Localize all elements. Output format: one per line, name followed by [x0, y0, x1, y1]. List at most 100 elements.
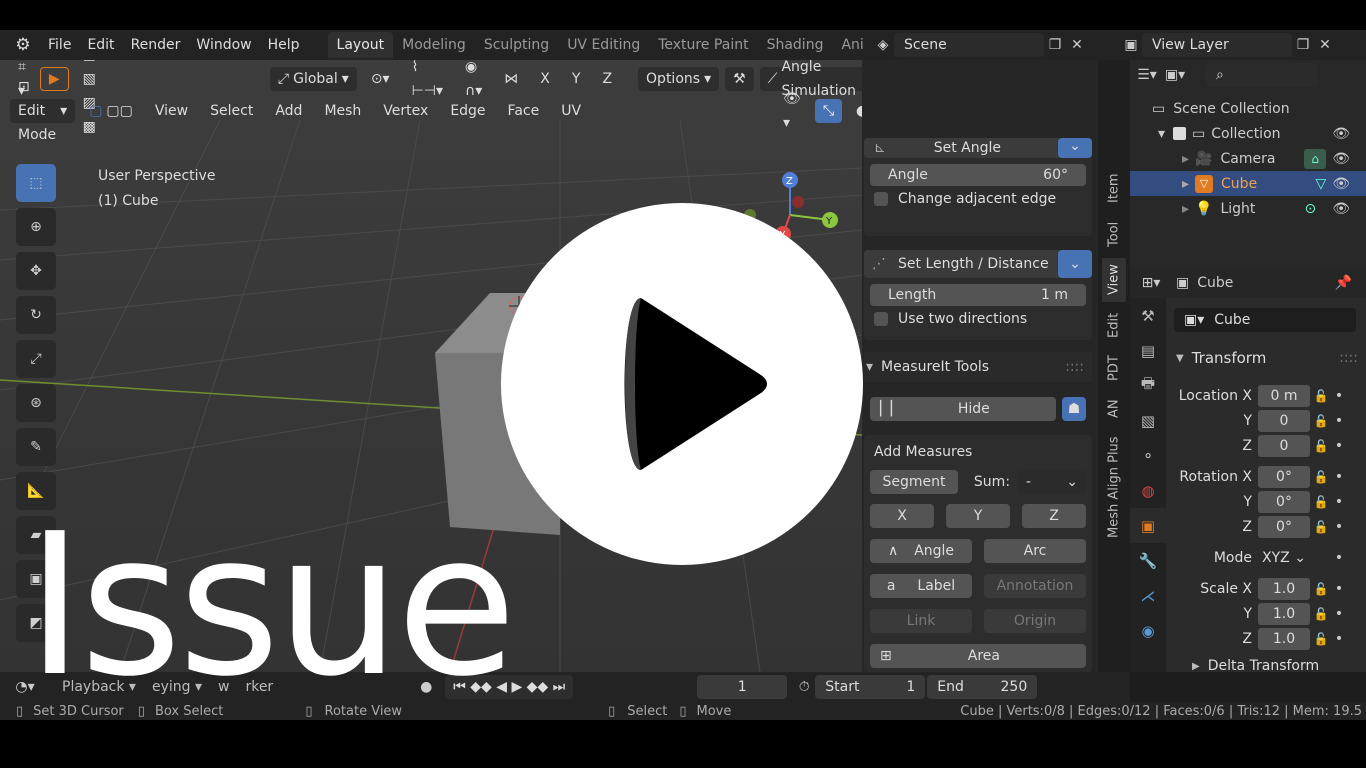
keyframe-dot[interactable]: • — [1332, 438, 1346, 454]
set-length-header[interactable]: ⋰ Set Length / Distance ⌄ — [864, 250, 1092, 278]
ghost-icon[interactable]: ☗ — [1062, 397, 1086, 421]
world-props-icon[interactable]: ◍ — [1130, 473, 1166, 508]
transform-tool[interactable]: ⊛ — [16, 384, 56, 422]
keyframe-dot[interactable]: • — [1332, 494, 1346, 510]
outliner-item-camera[interactable]: ▸ 🎥 Camera ⌂ 👁 — [1130, 146, 1366, 171]
object-name-field[interactable]: ▣▾ Cube — [1174, 308, 1356, 332]
copy-view-layer-icon[interactable]: ❐ — [1292, 34, 1314, 56]
tab-animation[interactable]: Ani — [832, 32, 872, 58]
menu-window[interactable]: Window — [188, 30, 259, 60]
tool-props-icon[interactable]: ⚒ — [1130, 298, 1166, 333]
expand-arrow-icon[interactable]: ▸ — [1182, 151, 1189, 167]
x-button[interactable]: X — [870, 504, 934, 528]
link-button[interactable]: Link — [870, 609, 972, 633]
delta-transform-header[interactable]: ▶ Delta Transform — [1166, 654, 1366, 678]
visibility-icon[interactable]: 👁▾ — [775, 91, 809, 131]
eye-icon[interactable]: 👁 — [1332, 201, 1350, 217]
tab-item[interactable]: Item — [1102, 166, 1126, 210]
tab-tool[interactable]: Tool — [1102, 214, 1126, 254]
scene-props-icon[interactable]: ⚬ — [1130, 438, 1166, 473]
tab-shading[interactable]: Shading — [758, 32, 833, 58]
angle-button[interactable]: ∧ Angle — [870, 539, 972, 563]
rotate-tool[interactable]: ↻ — [16, 296, 56, 334]
hide-button[interactable]: ▏▏ Hide — [870, 397, 1056, 421]
scene-collection-row[interactable]: ▭ Scene Collection — [1130, 96, 1366, 121]
lock-icon[interactable]: 🔓 — [1310, 582, 1332, 596]
select-mode-icons[interactable]: ⬚ ▦ ▧ ▨ ▩ — [75, 60, 104, 135]
end-frame-field[interactable]: End 250 — [927, 675, 1038, 699]
area-button[interactable]: ⊞ Area — [870, 644, 1086, 668]
measureit-header[interactable]: ▾ MeasureIt Tools :::: — [864, 352, 1092, 382]
view-layer-field[interactable]: View Layer — [1142, 33, 1292, 57]
transform-header[interactable]: ▼ Transform :::: — [1166, 346, 1366, 370]
lock-icon[interactable]: 🔓 — [1310, 439, 1332, 453]
lock-icon[interactable]: 🔓 — [1310, 414, 1332, 428]
origin-button[interactable]: Origin — [984, 609, 1086, 633]
rotation-z-field[interactable]: 0° — [1258, 516, 1310, 538]
keyframe-dot[interactable]: • — [1332, 550, 1346, 566]
expand-arrow-icon[interactable]: ▾ — [1158, 126, 1165, 142]
menu-mesh[interactable]: Mesh — [316, 99, 369, 123]
physics-props-icon[interactable]: ◉ — [1130, 613, 1166, 648]
axis-x[interactable]: X — [532, 67, 558, 91]
stopwatch-icon[interactable]: ⏱ — [793, 676, 815, 698]
change-adjacent-checkbox[interactable] — [874, 191, 888, 206]
menu-edge[interactable]: Edge — [442, 99, 493, 123]
light-data-icon[interactable]: ⊙ — [1304, 201, 1316, 217]
gizmo-icon[interactable]: ⤡ — [814, 99, 843, 123]
move-tool[interactable]: ✥ — [16, 252, 56, 290]
select-box-tool[interactable]: ⬚ — [16, 164, 56, 202]
copy-scene-icon[interactable]: ❐ — [1044, 34, 1066, 56]
sum-dropdown[interactable]: - ⌄ — [1018, 470, 1086, 494]
scene-field[interactable]: Scene — [894, 33, 1044, 57]
lock-icon[interactable]: 🔓 — [1310, 495, 1332, 509]
menu-render[interactable]: Render — [123, 30, 189, 60]
keyframe-dot[interactable]: • — [1332, 388, 1346, 404]
display-mode-icon[interactable]: ☰▾ — [1136, 64, 1158, 86]
tab-texture-paint[interactable]: Texture Paint — [649, 32, 757, 58]
tab-sculpting[interactable]: Sculpting — [475, 32, 558, 58]
menu-select[interactable]: Select — [202, 99, 261, 123]
lock-icon[interactable]: 🔓 — [1310, 607, 1332, 621]
blender-logo-icon[interactable]: ⚙ — [12, 34, 34, 56]
set-angle-dropdown-icon[interactable]: ⌄ — [1058, 138, 1092, 158]
tab-pdt[interactable]: PDT — [1102, 350, 1126, 386]
annotate-tool[interactable]: ✎ — [16, 428, 56, 466]
camera-data-icon[interactable]: ⌂ — [1304, 148, 1327, 169]
modifier-props-icon[interactable]: 🔧 — [1130, 543, 1166, 578]
z-button[interactable]: Z — [1022, 504, 1086, 528]
set-length-dropdown-icon[interactable]: ⌄ — [1058, 250, 1092, 278]
change-adjacent-row[interactable]: Change adjacent edge — [864, 186, 1092, 211]
cursor-tool[interactable]: ⊕ — [16, 208, 56, 246]
menu-edit[interactable]: Edit — [79, 30, 122, 60]
tab-edit[interactable]: Edit — [1102, 308, 1126, 342]
proportional-icon[interactable]: ◉ ∩▾ — [457, 60, 490, 99]
tab-modeling[interactable]: Modeling — [393, 32, 475, 58]
menu-view[interactable]: View — [147, 99, 196, 123]
output-props-icon[interactable]: 🖶 — [1130, 368, 1166, 403]
mesh-data-icon[interactable]: ▽ — [1315, 176, 1326, 192]
mode-dropdown[interactable]: ⊡ Edit Mode ▾ — [10, 79, 76, 143]
menu-help[interactable]: Help — [260, 30, 308, 60]
menu-vertex[interactable]: Vertex — [375, 99, 436, 123]
scale-tool[interactable]: ⤢ — [16, 340, 56, 378]
eye-icon[interactable]: 👁 — [1332, 151, 1350, 167]
close-view-layer-icon[interactable]: ✕ — [1314, 34, 1336, 56]
view-layer-icon[interactable]: ▣ — [1120, 34, 1142, 56]
keyframe-dot[interactable]: • — [1332, 606, 1346, 622]
transform-orientation[interactable]: ⤢ Global ▾ — [269, 67, 357, 91]
particles-props-icon[interactable]: ⋌ — [1130, 578, 1166, 613]
options-dropdown[interactable]: Options ▾ — [638, 67, 720, 91]
annotation-button[interactable]: Annotation — [984, 574, 1086, 598]
pivot-icon[interactable]: ⊙▾ — [363, 67, 398, 91]
set-angle-header[interactable]: ⊾ Set Angle ⌄ — [864, 138, 1092, 158]
eye-icon[interactable]: 👁 — [1332, 176, 1350, 192]
mirror-icon[interactable]: ⋈ — [496, 67, 526, 91]
angle-simulation-button[interactable]: ⟋ Angle Simulation — [759, 60, 862, 99]
outliner-search-input[interactable]: ⌕ — [1206, 62, 1318, 87]
lock-icon[interactable]: 🔓 — [1310, 520, 1332, 534]
scale-y-field[interactable]: 1.0 — [1258, 603, 1310, 625]
rotation-y-field[interactable]: 0° — [1258, 491, 1310, 513]
tab-uv-editing[interactable]: UV Editing — [558, 32, 649, 58]
start-frame-field[interactable]: Start 1 — [815, 675, 926, 699]
